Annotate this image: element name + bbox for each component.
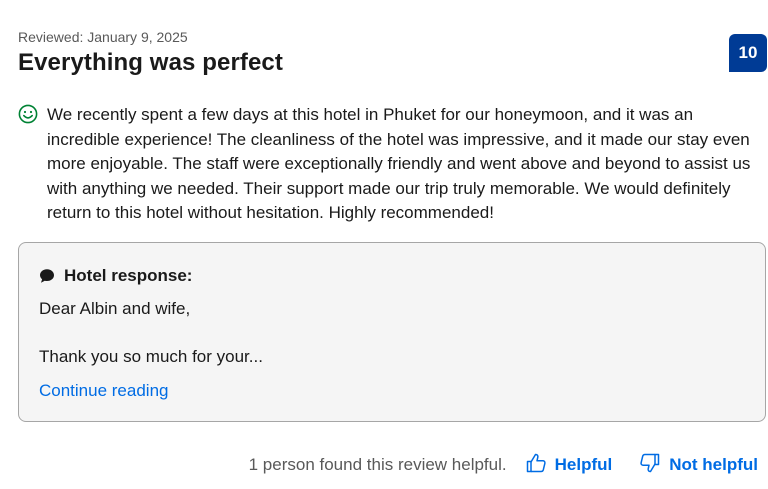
thumbs-up-icon [525,452,555,479]
not-helpful-button[interactable]: Not helpful [639,452,758,479]
thumbs-down-icon [639,452,669,479]
helpful-button[interactable]: Helpful [525,452,613,479]
helpful-count-text: 1 person found this review helpful. [248,455,507,474]
score-badge: 10 [729,34,767,72]
review-footer: 1 person found this review helpful. Help… [249,452,758,478]
hotel-response-text: Thank you so much for your... [39,347,263,366]
reviewed-date: Reviewed: January 9, 2025 [18,29,188,45]
not-helpful-label: Not helpful [669,455,758,474]
hotel-response-label: Hotel response: [64,266,193,285]
hotel-response-box: Hotel response: Dear Albin and wife, Tha… [18,242,766,422]
hotel-response-greeting: Dear Albin and wife, [39,299,191,318]
smile-icon [18,104,38,124]
helpful-label: Helpful [554,455,613,474]
chat-bubble-icon [39,268,55,284]
continue-reading-link[interactable]: Continue reading [39,381,168,401]
review-title: Everything was perfect [18,49,283,76]
review-text: We recently spent a few days at this hot… [47,105,751,222]
review-card: Reviewed: January 9, 2025 Everything was… [0,0,768,489]
hotel-response-header: Hotel response: [39,266,192,286]
